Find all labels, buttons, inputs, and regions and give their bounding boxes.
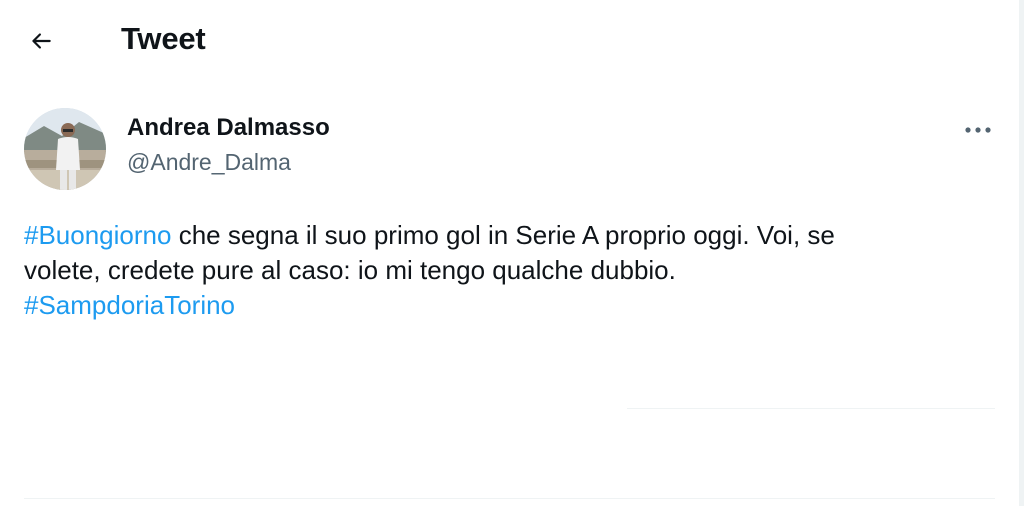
author-handle[interactable]: @Andre_Dalma bbox=[127, 149, 291, 176]
author-name[interactable]: Andrea Dalmasso bbox=[127, 114, 330, 142]
divider bbox=[24, 498, 995, 499]
tweet-text-segment: che segna il suo primo gol in Serie A pr… bbox=[171, 220, 835, 250]
arrow-left-icon bbox=[32, 33, 51, 49]
page-header: Tweet bbox=[0, 0, 1019, 80]
scrollbar-track bbox=[1019, 0, 1024, 506]
more-options-button[interactable] bbox=[958, 114, 998, 146]
back-button[interactable] bbox=[22, 22, 60, 60]
hashtag-link[interactable]: #Buongiorno bbox=[24, 220, 171, 250]
tweet-text: #Buongiorno che segna il suo primo gol i… bbox=[24, 218, 984, 323]
more-horizontal-icon bbox=[965, 127, 991, 133]
divider bbox=[627, 408, 995, 409]
user-avatar-photo bbox=[24, 108, 106, 190]
hashtag-link[interactable]: #SampdoriaTorino bbox=[24, 290, 235, 320]
tweet-text-segment: volete, credete pure al caso: io mi teng… bbox=[24, 255, 676, 285]
avatar[interactable] bbox=[24, 108, 106, 190]
page-title: Tweet bbox=[121, 21, 206, 56]
